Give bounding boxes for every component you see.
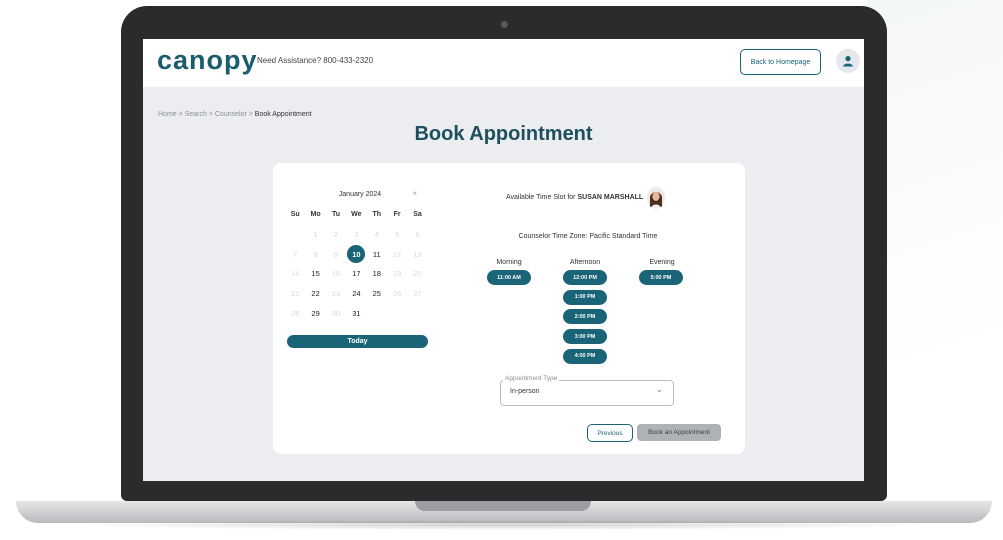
timezone-value: Pacific Standard Time [589,233,658,240]
calendar-day: 30 [331,308,341,318]
time-slot-afternoon[interactable]: 1:00 PM [563,289,607,305]
laptop-hinge-notch [415,501,591,511]
calendar-month-label: January 2024 [338,191,382,198]
calendar-day: 19 [392,269,402,279]
calendar-day: 16 [331,269,341,279]
counselor-name: SUSAN MARSHALL [577,194,644,201]
selected-day-label: 10 [347,245,366,264]
counselor-avatar [647,187,665,209]
breadcrumb-home[interactable]: Home [158,111,177,118]
breadcrumb-search[interactable]: Search [185,111,207,118]
top-header: canopy Need Assistance? 800-433-2320 Bac… [143,39,864,87]
time-slot-afternoon[interactable]: 4:00 PM [563,348,607,364]
page-title: Book Appointment [414,123,593,145]
calendar-day[interactable]: 15 [305,264,325,284]
timezone-label: Counselor Time Zone: [518,233,588,240]
breadcrumb-separator: > [248,111,253,118]
canopy-logo[interactable]: canopy [157,45,258,76]
calendar-empty-cell [407,303,427,323]
appointment-type-label: Appointment Type [503,375,560,382]
calendar-day[interactable]: 17 [346,264,366,284]
assistance-phone: Need Assistance? 800-433-2320 [257,56,374,65]
calendar-day[interactable]: 18 [367,264,387,284]
breadcrumb-counselor[interactable]: Counselor [215,111,247,118]
book-appointment-button[interactable]: Book an Appointment [637,424,721,441]
calendar-day: 9 [333,249,339,259]
calendar-grid: Su Mo Tu We Th Fr Sa 1 2 3 4 5 6 7 8 9 10 11 12 13 14 15 16 17 1… [285,205,428,323]
calendar-day-header: We [351,211,362,219]
laptop-shadow [60,520,944,530]
breadcrumb: Home > Search > Counselor > Book Appoint… [158,111,312,118]
calendar-day: 20 [413,269,422,279]
calendar-day-header: Fr [393,211,401,219]
calendar-day: 21 [291,289,300,299]
calendar-day: 23 [331,289,341,299]
availability-heading: Available Time Slot for SUSAN MARSHALL [506,194,643,201]
user-icon [843,56,853,67]
calendar-day-header: Mo [310,211,321,219]
today-button[interactable]: Today [287,335,428,348]
calendar-nav-icon[interactable]: « [413,190,417,197]
webcam [501,21,508,28]
calendar-day: 14 [291,269,300,279]
time-slot-morning[interactable]: 11:00 AM [487,270,531,285]
time-slot-afternoon[interactable]: 3:00 PM [563,329,607,345]
calendar-day: 1 [313,230,318,240]
time-slot-afternoon[interactable]: 2:00 PM [563,309,607,325]
calendar-day: 2 [333,230,339,240]
calendar-day[interactable]: 22 [305,284,325,304]
chevron-down-icon[interactable]: ⌄ [656,385,663,394]
calendar-day-header: Su [290,211,300,219]
calendar-day: 3 [354,230,359,240]
calendar-day: 12 [392,249,402,259]
calendar-day[interactable]: 11 [367,244,387,264]
calendar-day-selected[interactable]: 10 [346,244,366,264]
calendar-day: 27 [413,289,422,299]
counselor-portrait-icon [647,187,665,209]
calendar-day: 13 [413,249,422,259]
evening-heading: Evening [649,259,675,266]
breadcrumb-separator: > [208,111,213,118]
calendar-day: 4 [374,230,379,240]
breadcrumb-current: Book Appointment [254,111,312,118]
calendar-day-header: Sa [413,211,422,219]
calendar-day: 5 [395,230,400,240]
calendar-day-header: Th [372,211,382,219]
calendar-day: 8 [313,249,318,259]
calendar-day[interactable]: 29 [305,303,325,323]
availability-prefix: Available Time Slot for [506,194,576,201]
afternoon-heading: Afternoon [569,259,601,266]
timezone-line: Counselor Time Zone: Pacific Standard Ti… [503,233,673,240]
breadcrumb-separator: > [178,111,183,118]
calendar-day: 28 [291,308,300,318]
calendar-day[interactable]: 31 [346,303,366,323]
user-profile-button[interactable] [836,49,860,73]
calendar-empty-cell [387,303,407,323]
calendar-empty-cell [285,225,305,245]
calendar-day[interactable]: 25 [367,284,387,304]
appointment-type-value: In-person [510,388,540,395]
morning-heading: Morning [496,259,522,266]
back-to-homepage-button[interactable]: Back to Homepage [740,49,821,75]
calendar-empty-cell [367,303,387,323]
calendar-day: 26 [392,289,402,299]
app-screen: canopy Need Assistance? 800-433-2320 Bac… [143,39,864,481]
booking-card: January 2024 « Su Mo Tu We Th Fr Sa 1 2 3 4 5 6 7 8 9 10… [273,163,745,454]
calendar-day: 7 [293,249,298,259]
calendar-day-header: Tu [331,211,340,219]
time-slot-afternoon[interactable]: 12:00 PM [563,270,607,285]
previous-button[interactable]: Previous [587,424,633,442]
time-slot-evening[interactable]: 5:00 PM [639,270,683,285]
calendar-day[interactable]: 24 [346,284,366,304]
calendar-day: 6 [415,230,420,240]
